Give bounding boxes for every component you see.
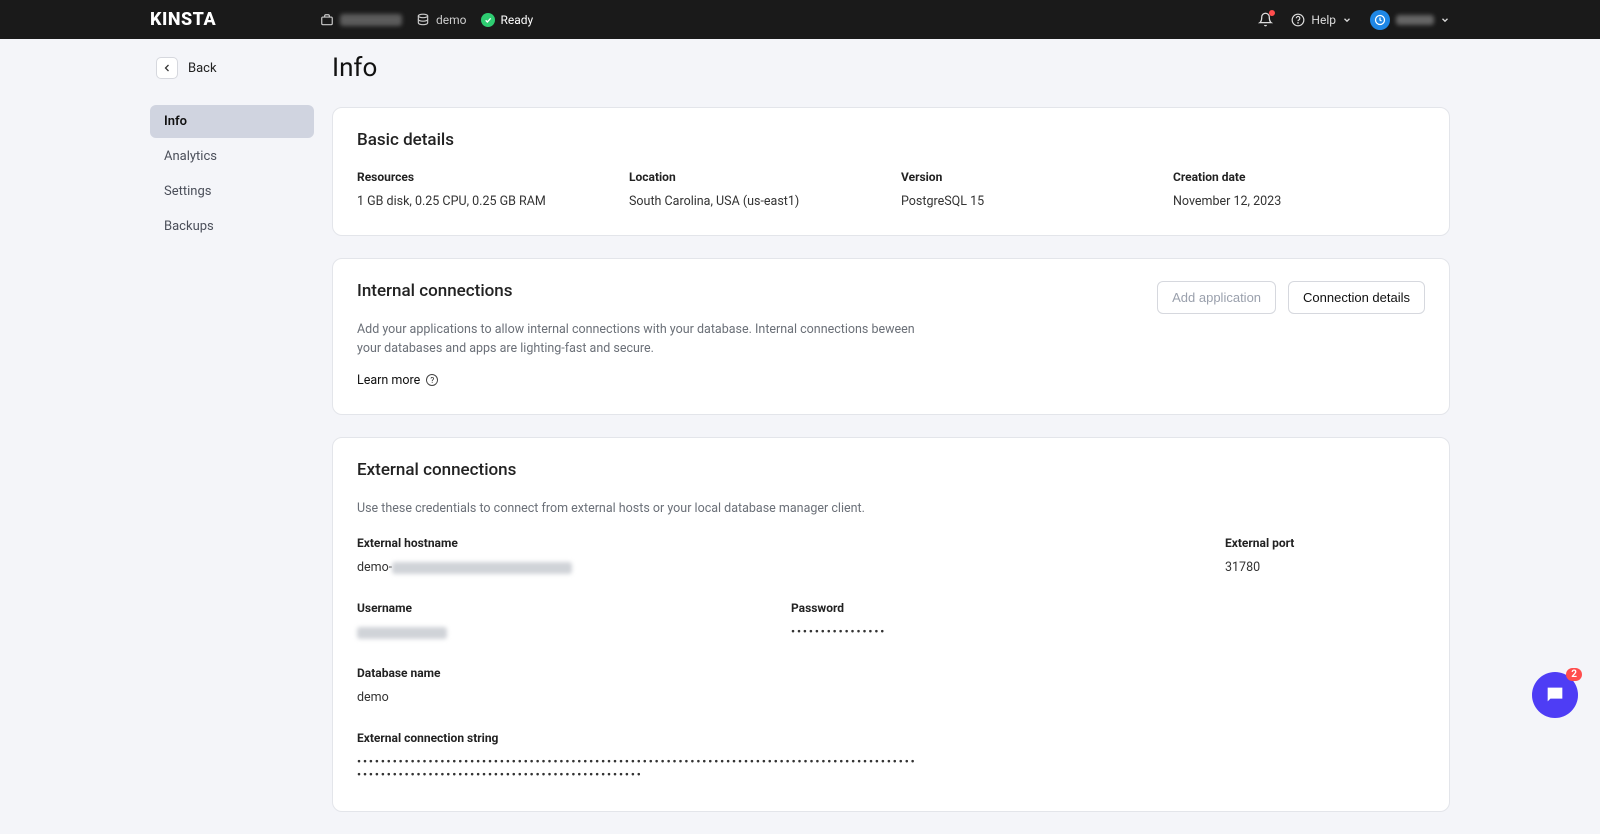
page-title: Info: [332, 53, 1450, 83]
details-col: Version PostgreSQL 15: [901, 170, 1153, 209]
details-col: Resources 1 GB disk, 0.25 CPU, 0.25 GB RA…: [357, 170, 609, 209]
password-label: Password: [791, 601, 1205, 615]
back-label[interactable]: Back: [188, 61, 217, 76]
notifications-button[interactable]: [1258, 12, 1273, 27]
breadcrumb-database[interactable]: demo: [416, 13, 467, 27]
learn-more-text: Learn more: [357, 373, 420, 388]
check-circle-icon: [481, 13, 495, 27]
internal-connections-card: Internal connections Add your applicatio…: [332, 258, 1450, 415]
username-redacted: [357, 627, 447, 639]
details-value: November 12, 2023: [1173, 194, 1425, 209]
sidebar-item-analytics[interactable]: Analytics: [150, 140, 314, 173]
external-port-label: External port: [1225, 536, 1425, 550]
sidebar-item-backups[interactable]: Backups: [150, 210, 314, 243]
details-value: PostgreSQL 15: [901, 194, 1153, 209]
hostname-redacted: [392, 562, 572, 574]
breadcrumb-db-name: demo: [436, 13, 467, 27]
breadcrumb-status: Ready: [481, 13, 534, 27]
chevron-down-icon: [1440, 15, 1450, 25]
username-label: Username: [357, 601, 771, 615]
details-label: Resources: [357, 170, 609, 184]
connection-details-button[interactable]: Connection details: [1288, 281, 1425, 314]
status-text: Ready: [501, 13, 534, 27]
avatar: [1370, 10, 1390, 30]
basic-details-card: Basic details Resources 1 GB disk, 0.25 C…: [332, 107, 1450, 236]
help-circle-icon: ?: [426, 374, 438, 386]
internal-connections-heading: Internal connections: [357, 281, 917, 301]
external-hostname-value: demo-: [357, 560, 1205, 575]
details-value: 1 GB disk, 0.25 CPU, 0.25 GB RAM: [357, 194, 609, 209]
add-application-button[interactable]: Add application: [1157, 281, 1276, 314]
username-value: [357, 625, 771, 640]
help-menu[interactable]: Help: [1291, 13, 1352, 27]
external-connections-heading: External connections: [357, 460, 1425, 480]
connection-string-value: ••••••••••••••••••••••••••••••••••••••••…: [357, 755, 917, 781]
notification-dot-icon: [1269, 10, 1275, 16]
chat-icon: [1544, 684, 1566, 706]
chat-badge: 2: [1566, 668, 1582, 681]
user-name-redacted: [1396, 15, 1434, 25]
internal-connections-desc: Add your applications to allow internal …: [357, 321, 917, 359]
breadcrumb-org[interactable]: [320, 13, 402, 27]
details-label: Creation date: [1173, 170, 1425, 184]
details-value: South Carolina, USA (us-east1): [629, 194, 881, 209]
learn-more-link[interactable]: Learn more ?: [357, 373, 917, 388]
org-name-redacted: [340, 14, 402, 26]
help-label: Help: [1311, 13, 1336, 27]
user-menu[interactable]: [1370, 10, 1450, 30]
external-connections-card: External connections Use these credentia…: [332, 437, 1450, 813]
help-icon: [1291, 13, 1305, 27]
arrow-left-icon: [161, 62, 173, 74]
hostname-prefix: demo-: [357, 560, 392, 575]
details-label: Version: [901, 170, 1153, 184]
external-connections-desc: Use these credentials to connect from ex…: [357, 500, 917, 519]
external-hostname-label: External hostname: [357, 536, 1205, 550]
back-button[interactable]: [156, 57, 178, 79]
database-name-value: demo: [357, 690, 1425, 705]
sidebar-item-settings[interactable]: Settings: [150, 175, 314, 208]
details-col: Location South Carolina, USA (us-east1): [629, 170, 881, 209]
basic-details-heading: Basic details: [357, 130, 1425, 150]
sidebar-item-info[interactable]: Info: [150, 105, 314, 138]
database-name-label: Database name: [357, 666, 1425, 680]
connection-string-label: External connection string: [357, 731, 1425, 745]
chat-widget-button[interactable]: 2: [1532, 672, 1578, 718]
password-value: ••••••••••••••••: [791, 625, 1205, 638]
briefcase-icon: [320, 13, 334, 27]
chevron-down-icon: [1342, 15, 1352, 25]
details-col: Creation date November 12, 2023: [1173, 170, 1425, 209]
database-icon: [416, 13, 430, 27]
external-port-value: 31780: [1225, 560, 1425, 575]
brand-logo[interactable]: KINSTA: [150, 9, 320, 30]
details-label: Location: [629, 170, 881, 184]
